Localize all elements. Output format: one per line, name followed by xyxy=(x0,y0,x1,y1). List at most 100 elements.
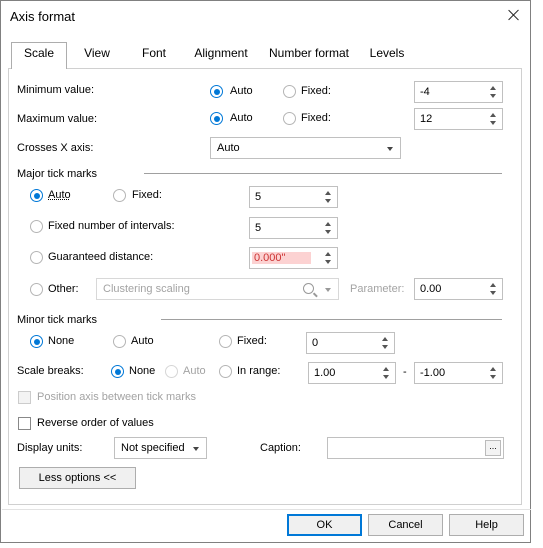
minimum-value-stepper[interactable]: -4 xyxy=(414,81,503,103)
reverse-order-label: Reverse order of values xyxy=(37,417,154,429)
spin-down-icon[interactable] xyxy=(490,375,496,379)
tab-font[interactable]: Font xyxy=(131,45,177,65)
parameter-stepper[interactable]: 0.00 xyxy=(414,278,503,300)
breaks-auto-radio[interactable] xyxy=(165,365,178,378)
major-fixed-radio[interactable] xyxy=(113,189,126,202)
minimum-auto-radio[interactable] xyxy=(210,85,223,98)
spin-down-icon[interactable] xyxy=(325,230,331,234)
minor-auto-radio[interactable] xyxy=(113,335,126,348)
caption-input[interactable]: ... xyxy=(327,437,504,459)
spin-up-icon[interactable] xyxy=(325,222,331,226)
help-button[interactable]: Help xyxy=(449,514,524,536)
minor-fixed-stepper[interactable]: 0 xyxy=(306,332,395,354)
major-distance-label: Guaranteed distance: xyxy=(48,251,154,263)
breaks-from-stepper[interactable]: 1.00 xyxy=(308,362,396,384)
chevron-down-icon xyxy=(193,447,199,451)
search-icon-handle xyxy=(313,292,318,298)
minor-fixed-value: 0 xyxy=(312,337,319,349)
less-options-button[interactable]: Less options << xyxy=(19,467,136,489)
maximum-fixed-radio[interactable] xyxy=(283,112,296,125)
major-fixed-stepper[interactable]: 5 xyxy=(249,186,338,208)
spin-up-icon[interactable] xyxy=(325,252,331,256)
ok-button[interactable]: OK xyxy=(287,514,362,536)
breaks-range-radio[interactable] xyxy=(219,365,232,378)
spin-up-icon[interactable] xyxy=(325,191,331,195)
position-between-label: Position axis between tick marks xyxy=(37,391,196,403)
breaks-from-value: 1.00 xyxy=(314,367,336,379)
major-other-radio[interactable] xyxy=(30,283,43,296)
major-other-placeholder: Clustering scaling xyxy=(103,283,190,295)
major-intervals-label: Fixed number of intervals: xyxy=(48,220,175,232)
breaks-to-stepper[interactable]: -1.00 xyxy=(414,362,503,384)
spin-down-icon[interactable] xyxy=(382,345,388,349)
spin-down-icon[interactable] xyxy=(490,291,496,295)
axis-format-dialog: Axis format Scale View Font Alignment Nu… xyxy=(0,0,531,543)
spin-up-icon[interactable] xyxy=(383,367,389,371)
browse-button[interactable]: ... xyxy=(485,440,501,456)
maximum-value-text: 12 xyxy=(420,113,433,125)
spin-up-icon[interactable] xyxy=(490,86,496,90)
major-intervals-stepper[interactable]: 5 xyxy=(249,217,338,239)
tab-number-format[interactable]: Number format xyxy=(265,45,353,65)
minor-tick-marks-heading: Minor tick marks xyxy=(17,314,98,326)
display-units-label: Display units: xyxy=(17,442,83,454)
tab-alignment[interactable]: Alignment xyxy=(189,45,253,65)
spin-up-icon[interactable] xyxy=(490,113,496,117)
major-auto-radio[interactable] xyxy=(30,189,43,202)
spin-down-icon[interactable] xyxy=(490,121,496,125)
maximum-fixed-label: Fixed: xyxy=(301,112,331,124)
maximum-auto-radio[interactable] xyxy=(210,112,223,125)
tab-view[interactable]: View xyxy=(75,45,119,65)
tab-scale[interactable]: Scale xyxy=(11,42,67,69)
minimum-fixed-label: Fixed: xyxy=(301,85,331,97)
position-between-checkbox[interactable] xyxy=(18,391,31,404)
major-intervals-value: 5 xyxy=(255,222,262,234)
breaks-to-value: -1.00 xyxy=(420,367,446,379)
spin-down-icon[interactable] xyxy=(325,199,331,203)
minor-none-radio[interactable] xyxy=(30,335,43,348)
minor-auto-label: Auto xyxy=(131,335,154,347)
maximum-value-label: Maximum value: xyxy=(17,113,98,125)
display-units-value: Not specified xyxy=(121,442,185,454)
breaks-none-radio[interactable] xyxy=(111,365,124,378)
chevron-down-icon xyxy=(325,288,331,292)
crosses-x-axis-select[interactable]: Auto xyxy=(210,137,401,159)
spin-up-icon[interactable] xyxy=(490,283,496,287)
close-icon[interactable] xyxy=(504,5,524,25)
major-distance-value: 0.000" xyxy=(252,252,312,264)
major-tick-marks-heading: Major tick marks xyxy=(17,168,98,180)
reverse-order-checkbox[interactable] xyxy=(18,417,31,430)
minimum-auto-label: Auto xyxy=(230,85,253,97)
caption-label: Caption: xyxy=(260,442,301,454)
minor-none-label: None xyxy=(48,335,75,347)
major-other-label: Other: xyxy=(48,283,79,295)
minimum-fixed-radio[interactable] xyxy=(283,85,296,98)
parameter-value: 0.00 xyxy=(420,283,442,295)
breaks-range-label: In range: xyxy=(237,365,281,377)
scale-breaks-label: Scale breaks: xyxy=(17,365,84,377)
breaks-auto-label: Auto xyxy=(183,365,206,377)
spin-up-icon[interactable] xyxy=(382,337,388,341)
spin-down-icon[interactable] xyxy=(490,94,496,98)
minor-fixed-radio[interactable] xyxy=(219,335,232,348)
major-intervals-radio[interactable] xyxy=(30,220,43,233)
crosses-x-axis-label: Crosses X axis: xyxy=(17,142,94,154)
spin-down-icon[interactable] xyxy=(383,375,389,379)
major-auto-label: Auto xyxy=(48,189,71,201)
major-other-select[interactable]: Clustering scaling xyxy=(96,278,339,300)
search-icon xyxy=(303,283,314,294)
breaks-none-label: None xyxy=(129,365,156,377)
minimum-value-label: Minimum value: xyxy=(17,84,95,96)
maximum-value-stepper[interactable]: 12 xyxy=(414,108,503,130)
dialog-title: Axis format xyxy=(10,9,76,24)
chevron-down-icon xyxy=(387,147,393,151)
spin-up-icon[interactable] xyxy=(490,367,496,371)
major-distance-stepper[interactable]: 0.000" xyxy=(249,247,338,269)
tab-levels[interactable]: Levels xyxy=(363,45,411,65)
display-units-select[interactable]: Not specified xyxy=(114,437,207,459)
parameter-label: Parameter: xyxy=(350,283,405,295)
major-distance-radio[interactable] xyxy=(30,251,43,264)
minimum-value-text: -4 xyxy=(420,86,430,98)
cancel-button[interactable]: Cancel xyxy=(368,514,443,536)
spin-down-icon[interactable] xyxy=(325,260,331,264)
